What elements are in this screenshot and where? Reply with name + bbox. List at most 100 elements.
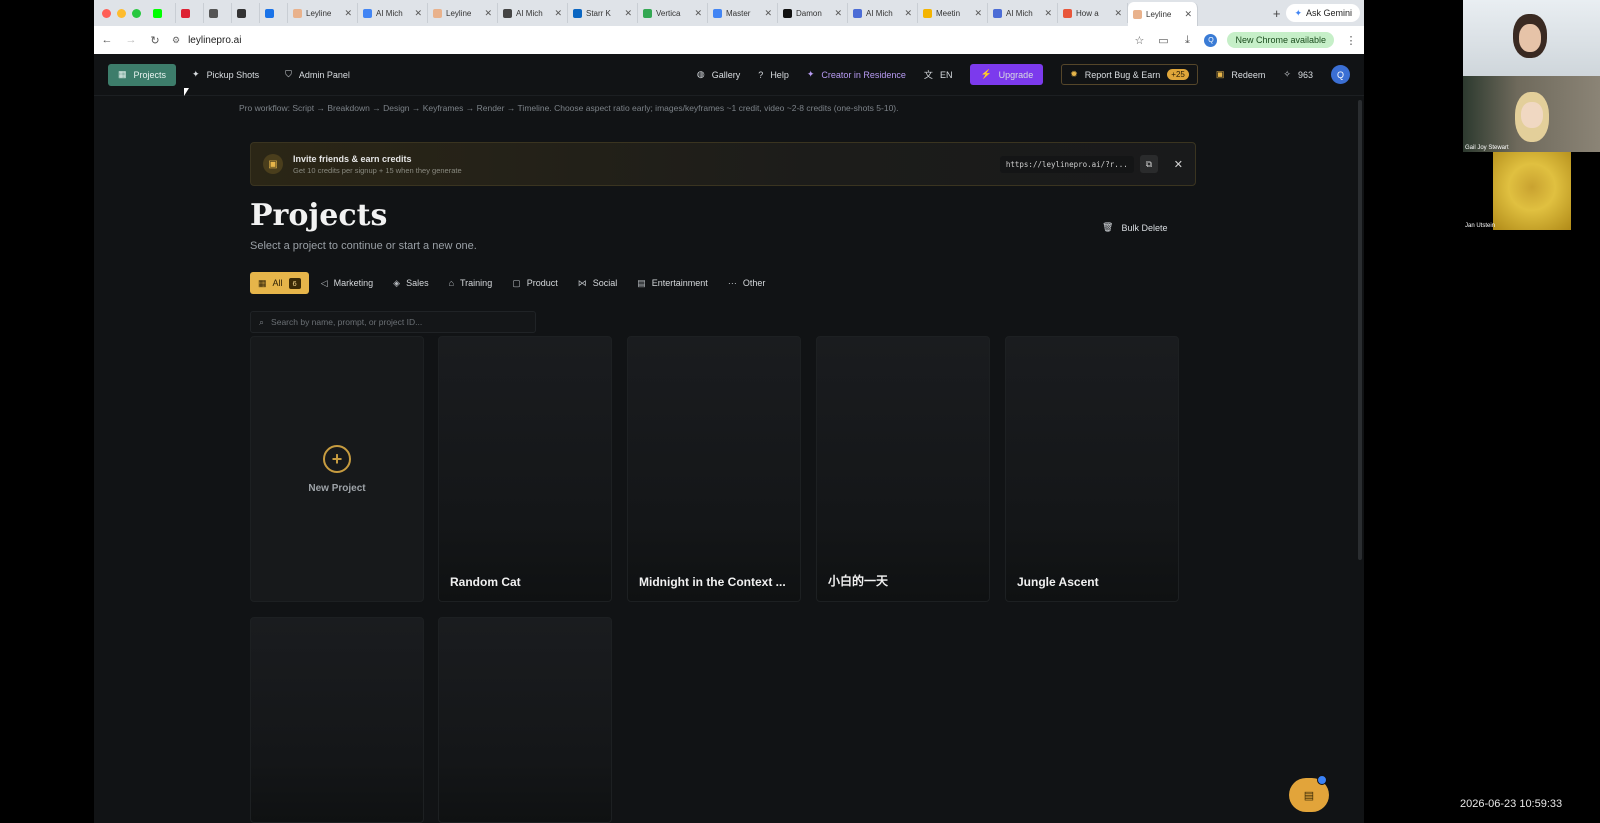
- reload-icon[interactable]: ↻: [148, 34, 162, 47]
- tab-favicon-icon: [209, 8, 218, 18]
- browser-tab[interactable]: Meetin ✕: [918, 3, 988, 23]
- copy-icon[interactable]: ⧉: [1139, 155, 1158, 173]
- workflow-hint: Pro workflow: Script → Breakdown → Desig…: [239, 103, 899, 113]
- close-tab-icon[interactable]: ✕: [554, 8, 562, 19]
- redeem-button[interactable]: ▣ Redeem: [1216, 69, 1266, 80]
- browser-tab[interactable]: [204, 3, 232, 23]
- page-title: Projects: [250, 198, 388, 233]
- close-tab-icon[interactable]: ✕: [904, 8, 912, 19]
- new-project-label: New Project: [308, 482, 366, 494]
- nav-item-admin-panel[interactable]: ⛉ Admin Panel: [275, 64, 360, 86]
- tab-title: Starr K: [586, 8, 611, 18]
- browser-profile-avatar[interactable]: Q: [1204, 33, 1218, 47]
- filter-sales[interactable]: ◈ Sales: [385, 272, 436, 294]
- url-field[interactable]: ⚙ leylinepro.ai: [172, 35, 1092, 46]
- close-tab-icon[interactable]: ✕: [624, 8, 632, 19]
- creator-in-residence-link[interactable]: ✦ Creator in Residence: [807, 69, 906, 80]
- search-input[interactable]: [271, 317, 522, 327]
- filter-social[interactable]: ⋈ Social: [570, 272, 626, 294]
- close-tab-icon[interactable]: ✕: [484, 8, 492, 19]
- browser-tab[interactable]: Leyline ✕: [1128, 2, 1198, 26]
- tab-title: Master: [726, 8, 751, 18]
- filter-other[interactable]: ⋯ Other: [720, 272, 774, 294]
- browser-tab[interactable]: Starr K ✕: [568, 3, 638, 23]
- filter-all[interactable]: ▦ All 6: [250, 272, 309, 294]
- video-tile-3: Jan Utstein: [1463, 152, 1600, 230]
- filter-training[interactable]: ⌂ Training: [441, 272, 501, 294]
- browser-tab[interactable]: [148, 3, 176, 23]
- close-tab-icon[interactable]: ✕: [1114, 8, 1122, 19]
- box-icon: ▢: [512, 277, 521, 288]
- browser-window: Leyline ✕ AI Mich ✕ Leyline ✕ AI Mich ✕ Starr K ✕…: [94, 0, 1364, 823]
- bookmark-star-icon[interactable]: ☆: [1132, 34, 1146, 47]
- browser-tab[interactable]: Master ✕: [708, 3, 778, 23]
- browser-tab[interactable]: [176, 3, 204, 23]
- language-switcher[interactable]: 文 EN: [924, 68, 953, 81]
- participant-face: [1521, 102, 1543, 128]
- chat-support-button[interactable]: ▤: [1289, 775, 1329, 812]
- forward-icon[interactable]: →: [124, 34, 138, 46]
- bulk-delete-button[interactable]: 🗑 Bulk Delete: [1102, 222, 1167, 233]
- project-card[interactable]: 小白的一天: [816, 336, 990, 602]
- filter-product[interactable]: ▢ Product: [504, 272, 566, 294]
- invite-subtitle: Get 10 credits per signup + 15 when they…: [293, 165, 462, 175]
- project-card[interactable]: [250, 617, 424, 823]
- nav-item-projects[interactable]: ▦ Projects: [108, 63, 177, 86]
- nav-item-pickup-shots[interactable]: ✦ Pickup Shots: [182, 64, 269, 86]
- participant-name: Jan Utstein: [1465, 223, 1496, 229]
- project-card[interactable]: Midnight in the Context ...: [627, 336, 801, 602]
- cast-icon[interactable]: ▭: [1156, 34, 1170, 47]
- redeem-label: Redeem: [1231, 69, 1266, 80]
- report-bug-button[interactable]: ✹ Report Bug & Earn +25: [1061, 64, 1198, 85]
- site-settings-icon[interactable]: ⚙: [172, 35, 180, 46]
- upgrade-button[interactable]: ⚡ Upgrade: [970, 64, 1044, 85]
- report-reward-badge: +25: [1167, 69, 1189, 80]
- maximize-window-button[interactable]: [132, 8, 141, 18]
- notification-dot: [1317, 775, 1327, 785]
- close-tab-icon[interactable]: ✕: [694, 8, 702, 19]
- filter-marketing[interactable]: ◁ Marketing: [313, 272, 381, 294]
- back-icon[interactable]: ←: [100, 34, 114, 46]
- referral-url[interactable]: https://leylinepro.ai/?r...: [999, 155, 1134, 173]
- new-chrome-available-button[interactable]: New Chrome available: [1227, 32, 1334, 48]
- browser-tab[interactable]: How a ✕: [1058, 3, 1128, 23]
- gallery-link[interactable]: ◍ Gallery: [697, 69, 740, 80]
- project-card[interactable]: Random Cat: [438, 336, 612, 602]
- window-controls: [94, 8, 148, 18]
- filter-entertainment[interactable]: ▤ Entertainment: [629, 272, 716, 294]
- close-tab-icon[interactable]: ✕: [344, 8, 352, 19]
- browser-tab[interactable]: Damon ✕: [778, 3, 848, 23]
- close-tab-icon[interactable]: ✕: [1184, 9, 1192, 20]
- bolt-icon: ⚡: [980, 69, 992, 79]
- help-link[interactable]: ? Help: [758, 70, 789, 80]
- browser-tab[interactable]: Leyline ✕: [288, 3, 358, 23]
- download-icon[interactable]: ⤓: [1180, 34, 1194, 47]
- browser-tab[interactable]: AI Mich ✕: [988, 3, 1058, 23]
- browser-tab[interactable]: [232, 3, 260, 23]
- browser-tab[interactable]: AI Mich ✕: [358, 3, 428, 23]
- scrollbar[interactable]: [1358, 100, 1362, 560]
- user-avatar[interactable]: Q: [1331, 65, 1350, 84]
- close-window-button[interactable]: [102, 8, 111, 18]
- new-tab-button[interactable]: +: [1267, 6, 1287, 21]
- close-tab-icon[interactable]: ✕: [974, 8, 982, 19]
- ask-gemini-button[interactable]: ✦ Ask Gemini: [1286, 4, 1360, 22]
- minimize-window-button[interactable]: [117, 8, 126, 18]
- credits-counter[interactable]: ✧ 963: [1283, 69, 1313, 80]
- project-card[interactable]: [438, 617, 612, 823]
- project-card[interactable]: Jungle Ascent: [1005, 336, 1179, 602]
- browser-tab[interactable]: [260, 3, 288, 23]
- close-tab-icon[interactable]: ✕: [1044, 8, 1052, 19]
- new-project-card[interactable]: + New Project: [250, 336, 424, 602]
- browser-tab[interactable]: AI Mich ✕: [498, 3, 568, 23]
- browser-tab[interactable]: Vertica ✕: [638, 3, 708, 23]
- browser-menu-icon[interactable]: ⋮: [1344, 34, 1358, 47]
- tab-title: Leyline: [446, 8, 472, 18]
- close-tab-icon[interactable]: ✕: [414, 8, 422, 19]
- browser-tab[interactable]: Leyline ✕: [428, 3, 498, 23]
- browser-tab[interactable]: AI Mich ✕: [848, 3, 918, 23]
- close-icon[interactable]: ✕: [1174, 158, 1183, 171]
- filter-label: Marketing: [333, 278, 374, 288]
- close-tab-icon[interactable]: ✕: [834, 8, 842, 19]
- close-tab-icon[interactable]: ✕: [764, 8, 772, 19]
